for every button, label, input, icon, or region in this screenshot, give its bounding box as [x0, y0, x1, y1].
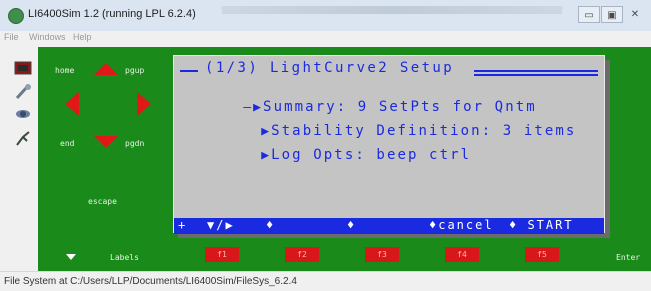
- labels-key[interactable]: Labels: [110, 253, 139, 262]
- menu-windows[interactable]: Windows: [29, 32, 66, 42]
- f2-key[interactable]: f2: [285, 247, 319, 262]
- minimize-button[interactable]: ▭: [578, 6, 600, 23]
- status-bar: File System at C:/Users/LLP/Documents/LI…: [0, 271, 651, 291]
- bar-bullet-2: ♦: [347, 218, 357, 232]
- f3-key[interactable]: f3: [365, 247, 399, 262]
- left-arrow-icon[interactable]: [65, 92, 79, 116]
- instrument-display: home pgup end pgdn escape Labels Enter (…: [38, 47, 651, 271]
- down-arrow-icon[interactable]: [94, 136, 118, 148]
- f4-key[interactable]: f4: [445, 247, 479, 262]
- menu-bar: File Windows Help: [0, 31, 651, 45]
- tools-icon[interactable]: [14, 83, 32, 101]
- maximize-button[interactable]: ▣: [601, 6, 623, 23]
- satellite-icon[interactable]: [14, 105, 32, 123]
- lcd-soft-key-bar: + ▼/▶ ♦ ♦ ♦cancel ♦ START: [174, 218, 604, 234]
- lcd-title: (1/3) LightCurve2 Setup: [202, 60, 458, 76]
- menu-help[interactable]: Help: [73, 32, 92, 42]
- title-bar-blur: [222, 6, 562, 14]
- nav-down-right-icon[interactable]: ▼/▶: [207, 218, 235, 232]
- title-rule-right: [474, 70, 598, 72]
- logopts-label: Log Opts: beep ctrl: [271, 147, 472, 163]
- pgup-key[interactable]: pgup: [125, 66, 144, 75]
- cancel-soft-key[interactable]: ♦cancel: [429, 218, 494, 232]
- up-arrow-icon[interactable]: [94, 63, 118, 75]
- start-soft-key[interactable]: ♦ START: [509, 218, 574, 232]
- right-arrow-icon[interactable]: [137, 92, 151, 116]
- enter-key[interactable]: Enter: [616, 253, 640, 262]
- escape-key[interactable]: escape: [88, 197, 117, 206]
- home-key[interactable]: home: [55, 66, 74, 75]
- window-title: LI6400Sim 1.2 (running LPL 6.2.4): [28, 8, 196, 20]
- status-text: File System at C:/Users/LLP/Documents/LI…: [4, 276, 297, 287]
- f1-key[interactable]: f1: [205, 247, 239, 262]
- lcd-screen: (1/3) LightCurve2 Setup —▶Summary: 9 Set…: [173, 55, 605, 234]
- title-rule-right-2: [474, 74, 598, 76]
- end-key[interactable]: end: [60, 139, 74, 148]
- plant-icon[interactable]: [14, 129, 32, 147]
- bar-plus: +: [178, 218, 188, 232]
- title-rule-left: [180, 70, 198, 72]
- menu-file[interactable]: File: [4, 32, 19, 42]
- labels-down-arrow-icon[interactable]: [66, 254, 76, 260]
- triangle-bullet-icon: ▶: [261, 148, 272, 163]
- title-bar: LI6400Sim 1.2 (running LPL 6.2.4) ▭ ▣ ✕: [0, 0, 651, 32]
- tool-strip: [10, 53, 36, 258]
- f5-key[interactable]: f5: [525, 247, 559, 262]
- app-icon: [8, 8, 24, 24]
- lcd-tool-icon[interactable]: [14, 59, 32, 77]
- lcd-menu-item-logopts[interactable]: ▶Log Opts: beep ctrl: [198, 131, 471, 179]
- bar-bullet-1: ♦: [266, 218, 276, 232]
- pgdn-key[interactable]: pgdn: [125, 139, 144, 148]
- close-button[interactable]: ✕: [624, 6, 646, 23]
